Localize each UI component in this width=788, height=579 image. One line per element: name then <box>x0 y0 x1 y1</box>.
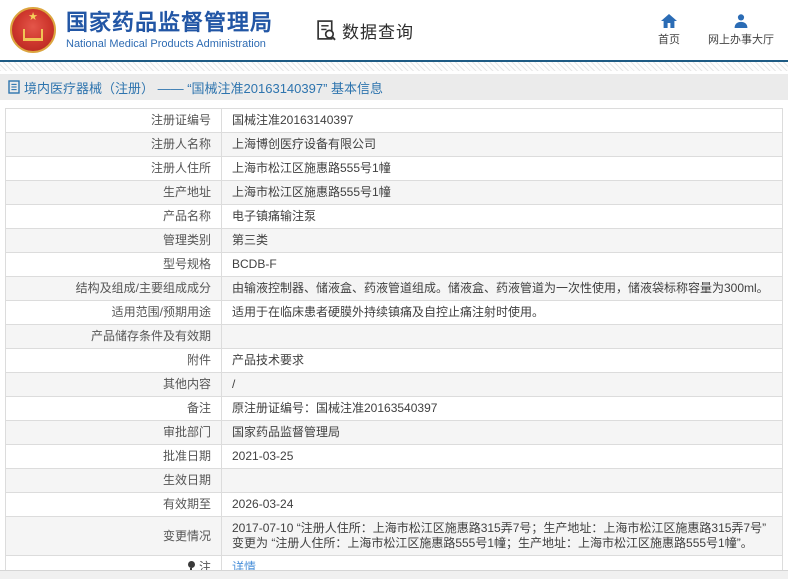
row-value: 上海市松江区施惠路555号1幢 <box>222 181 783 205</box>
document-search-icon <box>315 19 338 42</box>
table-row: 结构及组成/主要组成成分由输液控制器、储液盒、药液管道组成。储液盒、药液管道为一… <box>6 277 783 301</box>
table-row: 审批部门国家药品监督管理局 <box>6 421 783 445</box>
row-label: 批准日期 <box>6 445 222 469</box>
data-query-section[interactable]: 数据查询 <box>315 18 414 43</box>
table-row: 产品储存条件及有效期 <box>6 325 783 349</box>
row-label: 型号规格 <box>6 253 222 277</box>
table-row: 备注原注册证编号：国械注准20163540397 <box>6 397 783 421</box>
row-value: 国家药品监督管理局 <box>222 421 783 445</box>
row-value: 国械注准20163140397 <box>222 109 783 133</box>
table-row: 变更情况2017-07-10 “注册人住所：上海市松江区施惠路315弄7号；生产… <box>6 517 783 556</box>
header: ★ 国家药品监督管理局 National Medical Products Ad… <box>0 0 788 60</box>
table-row: 注册人住所上海市松江区施惠路555号1幢 <box>6 157 783 181</box>
breadcrumb-band: 境内医疗器械（注册） —— “国械注准20163140397” 基本信息 <box>0 74 788 100</box>
row-value <box>222 469 783 493</box>
row-label: 注册证编号 <box>6 109 222 133</box>
row-label: 备注 <box>6 397 222 421</box>
detail-table: 注册证编号国械注准20163140397注册人名称上海博创医疗设备有限公司注册人… <box>5 108 783 579</box>
row-label: 有效期至 <box>6 493 222 517</box>
table-row: 型号规格BCDB-F <box>6 253 783 277</box>
row-label: 适用范围/预期用途 <box>6 301 222 325</box>
row-value: 上海市松江区施惠路555号1幢 <box>222 157 783 181</box>
row-label: 生效日期 <box>6 469 222 493</box>
nav-home[interactable]: 首页 <box>658 14 680 47</box>
agency-name-zh: 国家药品监督管理局 <box>66 10 273 36</box>
table-row: 产品名称电子镇痛输注泵 <box>6 205 783 229</box>
row-value: BCDB-F <box>222 253 783 277</box>
row-value: / <box>222 373 783 397</box>
row-value: 产品技术要求 <box>222 349 783 373</box>
home-icon <box>661 14 677 28</box>
page-icon <box>8 80 20 94</box>
detail-table-wrap: 注册证编号国械注准20163140397注册人名称上海博创医疗设备有限公司注册人… <box>5 108 783 579</box>
row-label: 变更情况 <box>6 517 222 556</box>
row-value: 2017-07-10 “注册人住所：上海市松江区施惠路315弄7号；生产地址：上… <box>222 517 783 556</box>
row-label: 注册人名称 <box>6 133 222 157</box>
table-row: 注册人名称上海博创医疗设备有限公司 <box>6 133 783 157</box>
table-row: 管理类别第三类 <box>6 229 783 253</box>
nav-online-service-hall[interactable]: 网上办事大厅 <box>708 14 774 47</box>
header-nav: 首页 网上办事大厅 <box>658 14 774 47</box>
row-label: 生产地址 <box>6 181 222 205</box>
nav-home-label: 首页 <box>658 31 680 47</box>
row-value: 原注册证编号：国械注准20163540397 <box>222 397 783 421</box>
row-label: 注册人住所 <box>6 157 222 181</box>
row-value: 2021-03-25 <box>222 445 783 469</box>
person-icon <box>733 14 749 28</box>
hatch-strip <box>0 62 788 71</box>
row-label: 产品储存条件及有效期 <box>6 325 222 349</box>
row-label: 审批部门 <box>6 421 222 445</box>
data-query-label: 数据查询 <box>342 18 414 43</box>
breadcrumb-text: 境内医疗器械（注册） —— “国械注准20163140397” 基本信息 <box>24 78 383 97</box>
row-value: 上海博创医疗设备有限公司 <box>222 133 783 157</box>
row-value: 由输液控制器、储液盒、药液管道组成。储液盒、药液管道为一次性使用，储液袋标称容量… <box>222 277 783 301</box>
agency-name-en: National Medical Products Administration <box>66 37 273 51</box>
table-row: 批准日期2021-03-25 <box>6 445 783 469</box>
row-label: 产品名称 <box>6 205 222 229</box>
table-row: 有效期至2026-03-24 <box>6 493 783 517</box>
row-value <box>222 325 783 349</box>
table-row: 生产地址上海市松江区施惠路555号1幢 <box>6 181 783 205</box>
row-label: 其他内容 <box>6 373 222 397</box>
breadcrumb: 境内医疗器械（注册） —— “国械注准20163140397” 基本信息 <box>8 78 383 97</box>
agency-titles: 国家药品监督管理局 National Medical Products Admi… <box>66 10 273 51</box>
footer-strip <box>0 570 788 579</box>
row-label: 附件 <box>6 349 222 373</box>
detail-table-body: 注册证编号国械注准20163140397注册人名称上海博创医疗设备有限公司注册人… <box>6 109 783 579</box>
table-row: 其他内容/ <box>6 373 783 397</box>
page: ★ 国家药品监督管理局 National Medical Products Ad… <box>0 0 788 579</box>
row-value: 第三类 <box>222 229 783 253</box>
row-label: 结构及组成/主要组成成分 <box>6 277 222 301</box>
table-row: 注册证编号国械注准20163140397 <box>6 109 783 133</box>
agency-logo[interactable]: ★ 国家药品监督管理局 National Medical Products Ad… <box>10 7 273 53</box>
row-value: 适用于在临床患者硬膜外持续镇痛及自控止痛注射时使用。 <box>222 301 783 325</box>
table-row: 适用范围/预期用途适用于在临床患者硬膜外持续镇痛及自控止痛注射时使用。 <box>6 301 783 325</box>
row-value: 电子镇痛输注泵 <box>222 205 783 229</box>
row-value: 2026-03-24 <box>222 493 783 517</box>
national-emblem-icon: ★ <box>10 7 56 53</box>
nav-hall-label: 网上办事大厅 <box>708 31 774 47</box>
table-row: 附件产品技术要求 <box>6 349 783 373</box>
row-label: 管理类别 <box>6 229 222 253</box>
table-row: 生效日期 <box>6 469 783 493</box>
